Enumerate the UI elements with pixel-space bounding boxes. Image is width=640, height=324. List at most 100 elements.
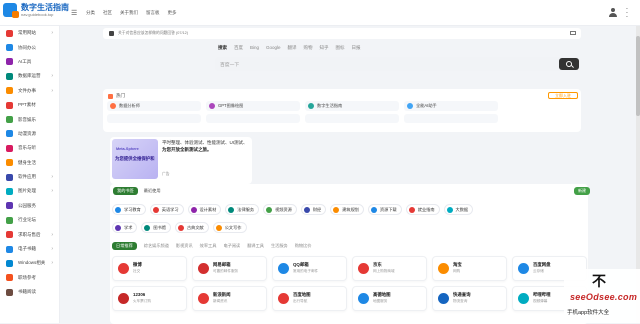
sidebar-item[interactable]: 公园服务	[0, 199, 59, 213]
new-bookmark-button[interactable]: 新建	[574, 187, 590, 195]
site-logo[interactable]: 数字生活指南 nav.guidebook.top	[3, 3, 69, 18]
sidebar-item[interactable]: 软件应用 ›	[0, 170, 59, 184]
search-tab[interactable]: 百度	[234, 45, 243, 51]
sidebar-item[interactable]: 图片处理 ›	[0, 184, 59, 198]
hamburger-icon[interactable]: ☰	[71, 9, 77, 17]
search-tab[interactable]: 搜索	[218, 45, 227, 51]
top-nav: 分类 社区 关于我们 留言板 更多	[86, 10, 177, 16]
search-tab[interactable]: 图标	[336, 45, 345, 51]
category-icon	[6, 44, 13, 52]
nav-item[interactable]: 社区	[103, 10, 112, 16]
nav-item[interactable]: 更多	[168, 10, 177, 16]
sidebar-item[interactable]: 协同办公	[0, 40, 59, 54]
category-tab[interactable]: 购物比价	[295, 243, 312, 249]
sidebar-item[interactable]: Windows相关 ›	[0, 256, 59, 270]
mail-icon[interactable]	[570, 31, 576, 35]
category-tab[interactable]: 翻译工具	[247, 243, 264, 249]
hot-title-text: 热门	[116, 93, 125, 98]
nav-item[interactable]: 留言板	[146, 10, 160, 16]
sidebar-item[interactable]: 行业论坛	[0, 213, 59, 227]
more-vertical-icon[interactable]: · · ·	[625, 5, 629, 21]
search-tab[interactable]: Bing	[250, 45, 259, 51]
favorite-chip[interactable]: 学术	[112, 222, 138, 233]
sidebar-item[interactable]: 常用网站 ›	[0, 26, 59, 40]
hot-item[interactable]: 数据分析师	[107, 101, 201, 111]
sidebar-item[interactable]: 数据库运营 ›	[0, 69, 59, 83]
sidebar-item[interactable]: 电子书籍 ›	[0, 242, 59, 256]
favorite-chip[interactable]: 学习教育	[112, 204, 146, 215]
hot-item[interactable]: 数字生活指南	[305, 101, 399, 111]
sidebar-item[interactable]: AI工具	[0, 55, 59, 69]
nav-item[interactable]: 分类	[86, 10, 95, 16]
site-card[interactable]: QQ邮箱 常用的电子邮件	[272, 256, 347, 281]
scrollbar-thumb[interactable]	[636, 36, 640, 116]
category-tab[interactable]: 综艺娱乐频道	[144, 243, 169, 249]
sidebar-item[interactable]: 动漫资源	[0, 127, 59, 141]
notice-bar[interactable]: 关于对信息应该怎样做的问题回答 (07/12)	[103, 28, 581, 39]
site-card[interactable]: 百度地图 出行导航	[272, 286, 347, 311]
search-icon[interactable]	[559, 58, 579, 70]
search-tab[interactable]: 知乎	[320, 45, 329, 51]
sidebar-item-label: 文件办事	[18, 87, 36, 93]
favorite-chip[interactable]: 公文写作	[212, 222, 247, 233]
site-card[interactable]: 快递查询 物流查询	[432, 286, 507, 311]
site-card[interactable]: 淘宝 网购	[432, 256, 507, 281]
category-tab[interactable]: 效率工具	[200, 243, 217, 249]
search-tab[interactable]: 翻译	[288, 45, 297, 51]
sidebar-item[interactable]: 影音娱乐	[0, 112, 59, 126]
search-tab[interactable]: Google	[266, 45, 281, 51]
site-card[interactable]: 12306 火车票订购	[112, 286, 187, 311]
sidebar-item[interactable]: 职场参考	[0, 271, 59, 285]
category-icon	[6, 116, 13, 124]
hot-item-avatar	[308, 103, 314, 109]
favorite-chip[interactable]: 图书馆	[141, 222, 171, 233]
category-icon	[6, 29, 13, 37]
sidebar-item[interactable]: 文件办事 ›	[0, 84, 59, 98]
sidebar-item[interactable]: 音乐与听	[0, 141, 59, 155]
tab-recent[interactable]: 最近使用	[142, 187, 163, 195]
search-tab[interactable]: 购物	[304, 45, 313, 51]
sidebar-item-label: 健身生活	[18, 159, 36, 165]
site-name: 哔哩哔哩	[533, 292, 551, 297]
favorite-chip-icon	[303, 206, 310, 213]
category-icon	[6, 274, 13, 282]
sidebar-item[interactable]: 求职与售后 ›	[0, 227, 59, 241]
search-input[interactable]: 百度一下	[215, 57, 580, 71]
sidebar-item-label: 书籍阅读	[18, 289, 36, 295]
site-card[interactable]: 网易邮箱 可靠的邮件服务	[192, 256, 267, 281]
category-tab[interactable]: 电子阅读	[223, 243, 240, 249]
favorite-chip[interactable]: 法律服务	[225, 204, 260, 215]
favorite-chip-label: 英语学习	[161, 206, 179, 212]
favorite-chip[interactable]: 财经	[300, 204, 327, 215]
sidebar-item[interactable]: 健身生活	[0, 156, 59, 170]
favorite-chip[interactable]: 资源下载	[367, 204, 402, 215]
site-card[interactable]: 高德地图 地图服务	[352, 286, 427, 311]
favorite-chip[interactable]: 视频资源	[263, 204, 297, 215]
favorite-chip-icon	[190, 206, 197, 213]
category-icon	[6, 216, 13, 224]
site-name: 微博	[133, 262, 142, 267]
tab-my-bookmarks[interactable]: 我的书签	[113, 187, 138, 195]
site-card[interactable]: 新浪新闻 新闻资讯	[192, 286, 267, 311]
ad-text-body: 平时整理、体验测试、性能测试、UI测试、	[162, 140, 248, 145]
favorite-chip[interactable]: 就业指南	[405, 204, 440, 215]
hot-item[interactable]: 全能AI助手	[404, 101, 498, 111]
sidebar-item[interactable]: 书籍阅读	[0, 285, 59, 299]
category-tab[interactable]: 日常推荐	[112, 242, 137, 250]
favorite-chip[interactable]: 大数据	[443, 204, 474, 215]
favorite-chip[interactable]: 英语学习	[149, 204, 184, 215]
user-icon[interactable]	[609, 8, 617, 17]
favorite-chip[interactable]: 建筑规划	[330, 204, 364, 215]
hot-item[interactable]: GPT图像绘图	[206, 101, 300, 111]
favorite-chip[interactable]: 设计素材	[187, 204, 222, 215]
site-card[interactable]: 微博 社交	[112, 256, 187, 281]
ad-card[interactable]: Meta-Sphere 为您提供全维保护和 平时整理、体验测试、性能测试、UI测…	[110, 137, 252, 184]
sidebar-item[interactable]: PPT素材	[0, 98, 59, 112]
category-tab[interactable]: 影视资讯	[176, 243, 193, 249]
favorite-chip[interactable]: 古典文献	[174, 222, 209, 233]
category-tab[interactable]: 生活服务	[271, 243, 288, 249]
nav-item[interactable]: 关于我们	[120, 10, 138, 16]
site-card[interactable]: 京东 网上购物商城	[352, 256, 427, 281]
search-tab[interactable]: 日报	[352, 45, 361, 51]
join-button[interactable]: 立即入驻	[548, 92, 578, 99]
